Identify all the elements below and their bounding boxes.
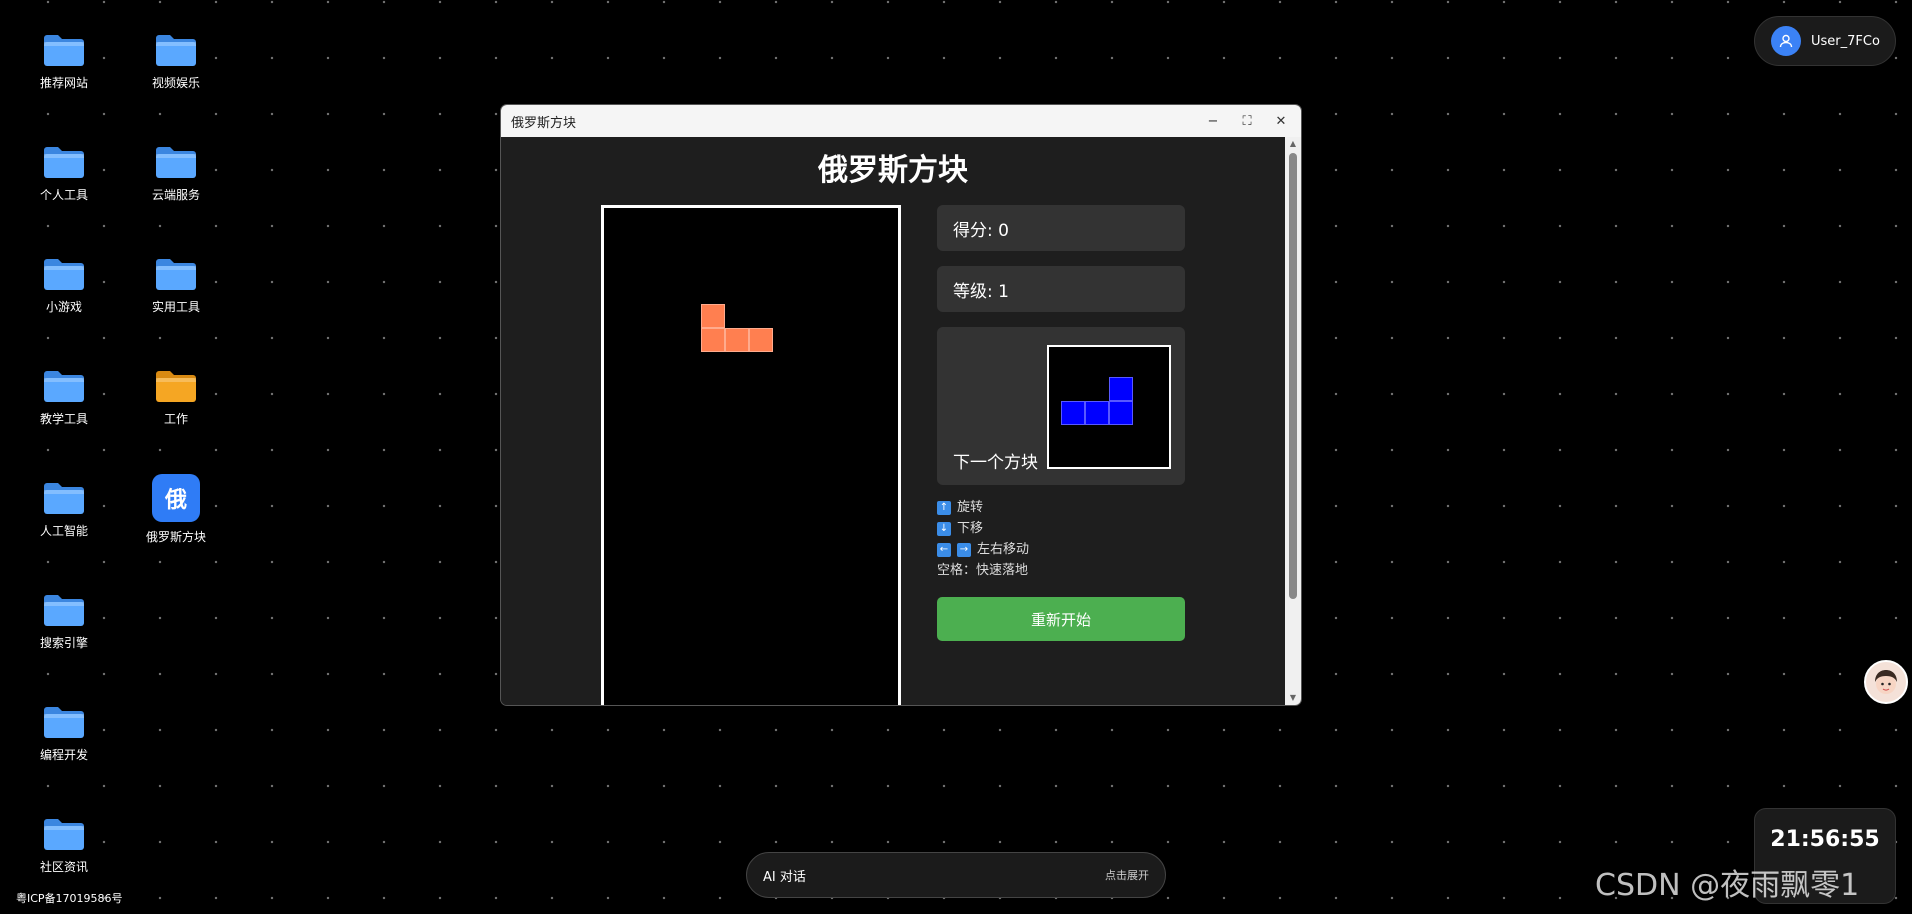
level-label: 等级: 1 (953, 281, 1009, 302)
help-down-text: 下移 (957, 521, 984, 536)
score-label: 得分: 0 (953, 220, 1009, 241)
next-piece-cell (1109, 377, 1133, 401)
desktop-icon-label: 小游戏 (45, 300, 82, 314)
desktop-icon-label: 云端服务 (151, 188, 200, 202)
watermark: CSDN @夜雨飘零1 (1595, 868, 1860, 903)
desktop-icon-label: 俄罗斯方块 (145, 530, 206, 544)
folder-icon (154, 256, 198, 292)
folder-icon (42, 704, 86, 740)
folder-icon (42, 480, 86, 516)
desktop-icon-label: 工作 (163, 412, 188, 426)
minimize-button[interactable]: − (1203, 111, 1223, 131)
help-drop: 空格：快速落地 (937, 560, 1029, 581)
ai-chat-bar[interactable]: AI 对话 点击展开 (746, 852, 1166, 898)
desktop-icon-label: 搜索引擎 (39, 636, 88, 650)
user-name: User_7FCo (1811, 33, 1880, 49)
desktop-icon-4[interactable]: 小游戏 (14, 256, 114, 315)
folder-icon (42, 32, 86, 68)
user-account-chip[interactable]: User_7FCo (1754, 16, 1896, 66)
next-piece-cell (1061, 401, 1085, 425)
desktop-icon-label: 视频娱乐 (151, 76, 200, 90)
next-piece-label: 下一个方块 (953, 453, 1038, 473)
desktop-icon-label: 编程开发 (39, 748, 88, 762)
folder-icon (42, 592, 86, 628)
icp-footer[interactable]: 粤ICP备17019586号 (16, 890, 123, 906)
maximize-button[interactable]: ⛶ (1237, 111, 1257, 131)
desktop-icon-3[interactable]: 云端服务 (126, 144, 226, 203)
ai-chat-label: AI 对话 (763, 869, 806, 885)
desktop-icon-7[interactable]: 工作 (126, 368, 226, 427)
scroll-thumb[interactable] (1289, 153, 1297, 599)
desktop-icon-1[interactable]: 视频娱乐 (126, 32, 226, 91)
window-titlebar[interactable]: 俄罗斯方块 − ⛶ ✕ (501, 105, 1301, 137)
game-board[interactable] (601, 205, 901, 705)
help-rotate-text: 旋转 (957, 500, 984, 515)
desktop-icon-5[interactable]: 实用工具 (126, 256, 226, 315)
current-piece-cell (701, 328, 725, 352)
arrow-right-icon: → (957, 542, 971, 557)
desktop-icon-2[interactable]: 个人工具 (14, 144, 114, 203)
desktop-icon-11[interactable]: 编程开发 (14, 704, 114, 763)
restart-button[interactable]: 重新开始 (937, 597, 1185, 641)
arrow-down-icon: ↓ (937, 521, 951, 536)
score-panel: 得分: 0 (937, 205, 1185, 251)
game-content: 俄罗斯方块 得分: 0 等级: 1 下一个方块 ↑ 旋转 ↓ 下移 ← → 左右 (501, 137, 1285, 705)
folder-icon (42, 256, 86, 292)
arrow-up-icon: ↑ (937, 500, 951, 515)
controls-help: ↑ 旋转 ↓ 下移 ← → 左右移动 空格：快速落地 (937, 497, 1029, 581)
desktop-icon-9[interactable]: 俄俄罗斯方块 (126, 474, 226, 545)
current-piece-cell (701, 304, 725, 328)
help-drop-text: 空格：快速落地 (937, 563, 1029, 578)
help-down: ↓ 下移 (937, 518, 1029, 539)
desktop-icon-label: 人工智能 (39, 524, 88, 538)
arrow-left-icon: ← (937, 542, 951, 557)
folder-icon (42, 816, 86, 852)
folder-icon (154, 368, 198, 404)
tetris-window: 俄罗斯方块 − ⛶ ✕ 俄罗斯方块 得分: 0 等级: 1 下一个方块 ↑ 旋转… (501, 105, 1301, 705)
next-piece-panel: 下一个方块 (937, 327, 1185, 485)
next-piece-cell (1109, 401, 1133, 425)
desktop-icon-8[interactable]: 人工智能 (14, 480, 114, 539)
scroll-down-icon[interactable]: ▼ (1285, 691, 1301, 705)
close-button[interactable]: ✕ (1271, 111, 1291, 131)
desktop-icon-0[interactable]: 推荐网站 (14, 32, 114, 91)
folder-icon (42, 144, 86, 180)
desktop-icon-10[interactable]: 搜索引擎 (14, 592, 114, 651)
game-title: 俄罗斯方块 (818, 153, 968, 188)
desktop-icon-label: 实用工具 (151, 300, 200, 314)
folder-icon (154, 32, 198, 68)
window-scrollbar[interactable]: ▲ ▼ (1285, 137, 1301, 705)
current-piece-cell (749, 328, 773, 352)
next-piece-preview (1047, 345, 1171, 469)
next-piece-cell (1085, 401, 1109, 425)
desktop-icon-label: 推荐网站 (39, 76, 88, 90)
scroll-up-icon[interactable]: ▲ (1285, 137, 1301, 151)
desktop-icon-label: 教学工具 (39, 412, 88, 426)
desktop-icon-6[interactable]: 教学工具 (14, 368, 114, 427)
folder-icon (154, 144, 198, 180)
window-controls: − ⛶ ✕ (1203, 111, 1291, 131)
desktop-icon-label: 个人工具 (39, 188, 88, 202)
help-rotate: ↑ 旋转 (937, 497, 1029, 518)
assistant-avatar-icon[interactable] (1864, 660, 1908, 704)
folder-icon (42, 368, 86, 404)
tetris-app-icon: 俄 (152, 474, 200, 522)
ai-expand-link[interactable]: 点击展开 (1105, 867, 1149, 883)
user-icon (1771, 26, 1801, 56)
help-move: ← → 左右移动 (937, 539, 1029, 560)
desktop-icon-12[interactable]: 社区资讯 (14, 816, 114, 875)
desktop-icon-label: 社区资讯 (39, 860, 88, 874)
help-move-text: 左右移动 (977, 542, 1030, 557)
level-panel: 等级: 1 (937, 266, 1185, 312)
window-title: 俄罗斯方块 (511, 115, 577, 131)
current-piece-cell (725, 328, 749, 352)
